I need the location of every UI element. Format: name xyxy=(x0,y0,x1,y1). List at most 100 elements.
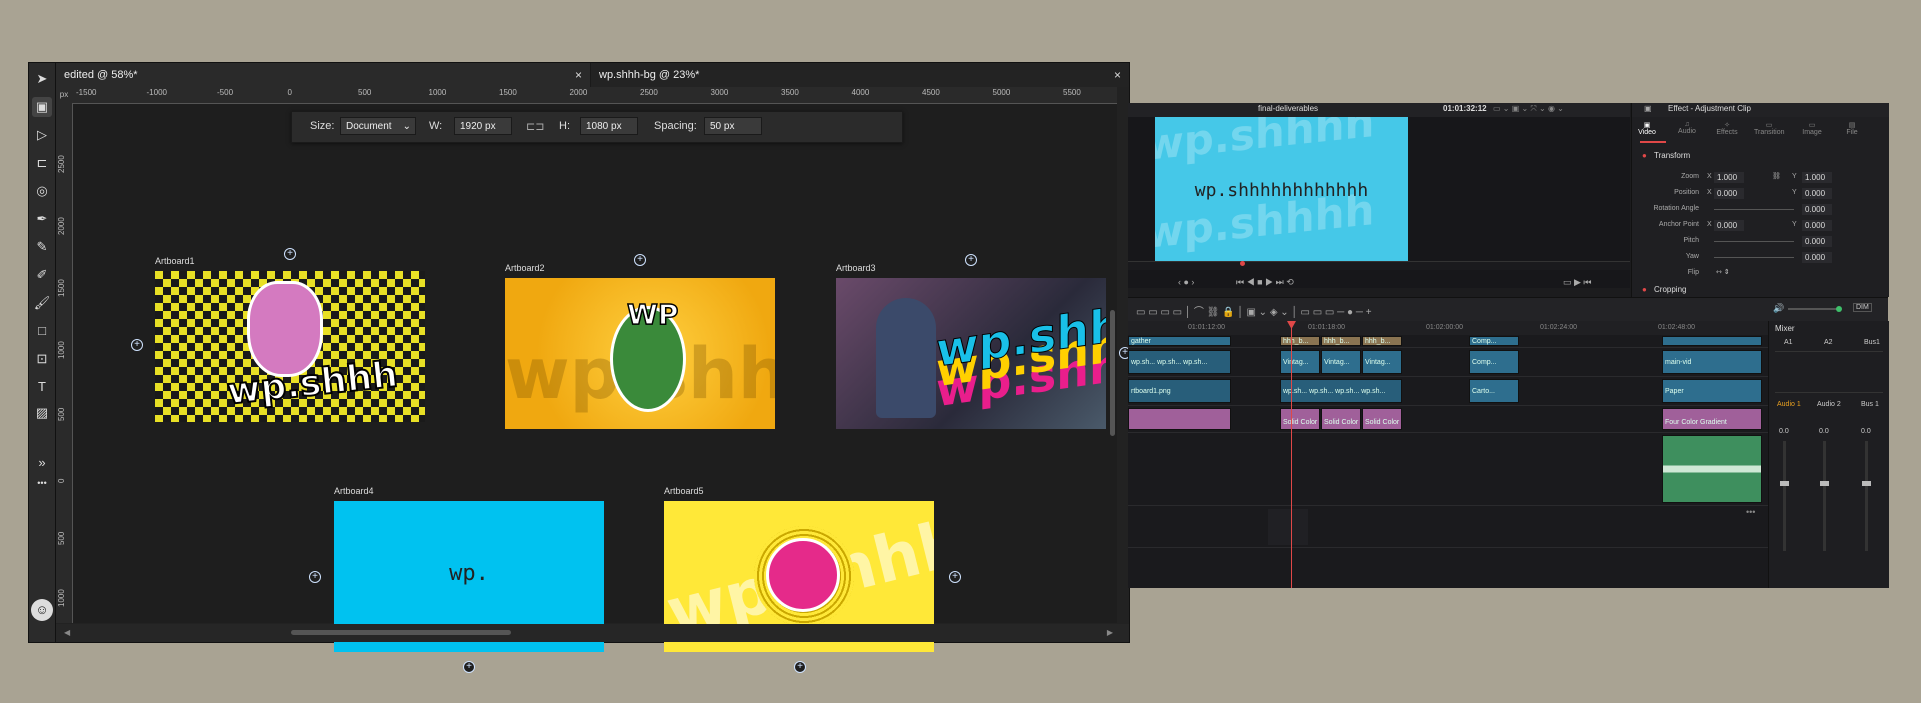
fader-knob[interactable] xyxy=(1820,481,1829,486)
height-input[interactable]: 1080 px xyxy=(580,117,638,135)
clip[interactable]: gather xyxy=(1128,336,1231,346)
yaw-input[interactable]: 0.000 xyxy=(1802,252,1832,263)
fader-track[interactable] xyxy=(1865,441,1868,551)
rotation-input[interactable]: 0.000 xyxy=(1802,204,1832,215)
pen-icon[interactable]: ✒ xyxy=(32,209,52,229)
anchor-x-input[interactable]: 0.000 xyxy=(1714,220,1744,231)
zoom-x-input[interactable]: 1.000 xyxy=(1714,172,1744,183)
artboard-icon[interactable]: ▣ xyxy=(32,97,52,117)
add-artboard-plus-icon[interactable]: + xyxy=(463,661,475,673)
tab-wp-shhh-bg[interactable]: wp.shhh-bg @ 23%* × xyxy=(591,63,1129,87)
add-artboard-plus-icon[interactable]: + xyxy=(634,254,646,266)
pitch-input[interactable]: 0.000 xyxy=(1802,236,1832,247)
tab-edited[interactable]: edited @ 58%* × xyxy=(56,63,590,87)
clip[interactable]: Vintag... xyxy=(1280,350,1320,374)
clip[interactable]: Vintag... xyxy=(1321,350,1361,374)
timeline-ruler[interactable]: 01:01:12:00 01:01:18:00 01:02:00:00 01:0… xyxy=(1128,321,1768,335)
close-icon[interactable]: × xyxy=(1114,63,1121,87)
ruler-horizontal[interactable]: -1500 -1000 -500 0 500 1000 1500 2000 2500 3000 35… xyxy=(72,87,1117,104)
art-text-icon[interactable]: T xyxy=(32,377,52,397)
ruler-vertical[interactable]: 2500 2000 1500 1000 500 0 500 1000 xyxy=(56,103,73,623)
artboard-label[interactable]: Artboard2 xyxy=(505,263,545,273)
clip[interactable]: hhh_b... xyxy=(1280,336,1320,346)
jog-icon[interactable]: ‹ ● › xyxy=(1178,277,1194,287)
avatar[interactable]: ☺ xyxy=(31,599,53,621)
clip[interactable]: Solid Color xyxy=(1321,408,1361,430)
link-icon[interactable]: ⛓ xyxy=(1772,172,1781,180)
pencil-icon[interactable]: ✎ xyxy=(32,237,52,257)
tab-video[interactable]: ▣ Video xyxy=(1632,121,1662,136)
panel-icon[interactable]: ▣ xyxy=(1644,104,1652,113)
audio-clip[interactable] xyxy=(1662,435,1762,503)
fader-knob[interactable] xyxy=(1780,481,1789,486)
fader-track[interactable] xyxy=(1783,441,1786,551)
artboard-3[interactable]: wp.shhh wp.shhh wp.shhh xyxy=(836,278,1106,429)
tab-transition[interactable]: ▭ Transition xyxy=(1754,121,1784,136)
vector-brush-icon[interactable]: ✐ xyxy=(32,265,52,285)
timeline-name[interactable]: final-deliverables xyxy=(1258,104,1318,113)
section-toggle-icon[interactable]: ● xyxy=(1642,285,1647,294)
clip[interactable] xyxy=(1662,336,1762,346)
viewer-extra-icons[interactable]: ▭ ▶ ⏮ xyxy=(1563,277,1592,288)
section-toggle-icon[interactable]: ● xyxy=(1642,151,1647,160)
flip-buttons[interactable]: ⇿ ⇕ xyxy=(1716,268,1730,276)
artboard-1[interactable]: wp.shhh xyxy=(155,271,425,422)
clip[interactable]: rtboard1.png xyxy=(1128,379,1231,403)
zoom-y-input[interactable]: 1.000 xyxy=(1802,172,1832,183)
clip[interactable]: Comp... xyxy=(1469,350,1519,374)
width-input[interactable]: 1920 px xyxy=(454,117,512,135)
fader-knob[interactable] xyxy=(1862,481,1871,486)
vertical-scrollbar[interactable] xyxy=(1110,310,1115,436)
add-artboard-plus-icon[interactable]: + xyxy=(965,254,977,266)
clip[interactable] xyxy=(1128,408,1231,430)
add-artboard-plus-icon[interactable]: + xyxy=(309,571,321,583)
horizontal-scrollbar[interactable] xyxy=(291,630,511,635)
tab-file[interactable]: ▤ File xyxy=(1837,121,1867,136)
rectangle-icon[interactable]: □ xyxy=(32,321,52,341)
artboard-label[interactable]: Artboard1 xyxy=(155,256,195,266)
fader-track[interactable] xyxy=(1823,441,1826,551)
add-artboard-plus-icon[interactable]: + xyxy=(131,339,143,351)
fill-icon[interactable]: ◎ xyxy=(32,181,52,201)
playhead[interactable] xyxy=(1291,327,1292,588)
size-select[interactable]: Document ⌄ xyxy=(340,117,416,135)
tab-effects[interactable]: ✧ Effects xyxy=(1712,121,1742,136)
clip[interactable]: hhh_b... xyxy=(1362,336,1402,346)
node-icon[interactable]: ▷ xyxy=(32,125,52,145)
artboard-2[interactable]: wp.shhh WP xyxy=(505,278,775,429)
yaw-slider[interactable] xyxy=(1714,257,1794,258)
scroll-right-icon[interactable]: ▶ xyxy=(1107,628,1113,637)
clip[interactable]: wp.sh... wp.sh... wp.sh... wp.sh... xyxy=(1280,379,1402,403)
artboard-label[interactable]: Artboard3 xyxy=(836,263,876,273)
timeline-tool-icons[interactable]: ▭ ▭ ▭ ▭ │ ⌒ ⛓ 🔒 │ ▣ ⌄ ◈ ⌄ │ ▭ ▭ ▭ ─ ● ─ … xyxy=(1136,303,1372,318)
crop-icon[interactable]: ⊏ xyxy=(32,153,52,173)
timeline[interactable]: 01:01:12:00 01:01:18:00 01:02:00:00 01:0… xyxy=(1128,321,1768,588)
brush-icon[interactable]: 🖌 xyxy=(32,293,52,313)
add-artboard-plus-icon[interactable]: + xyxy=(794,661,806,673)
transport-buttons[interactable]: ⏮ ◀ ■ ▶ ⏭ ⟲ xyxy=(1236,277,1294,288)
add-artboard-plus-icon[interactable]: + xyxy=(284,248,296,260)
dim-button[interactable]: DIM xyxy=(1853,303,1872,312)
more-tools-icon[interactable]: » xyxy=(32,453,52,473)
anchor-y-input[interactable]: 0.000 xyxy=(1802,220,1832,231)
scrubber[interactable] xyxy=(1128,261,1630,270)
position-x-input[interactable]: 0.000 xyxy=(1714,188,1744,199)
scroll-left-icon[interactable]: ◀ xyxy=(64,628,70,637)
clip[interactable]: wp.sh... wp.sh... wp.sh... xyxy=(1128,350,1231,374)
select-icon[interactable]: ➤ xyxy=(32,69,52,89)
clip[interactable]: Four Color Gradient xyxy=(1662,408,1762,430)
artboard-label[interactable]: Artboard4 xyxy=(334,486,374,496)
rotation-slider[interactable] xyxy=(1714,209,1794,210)
clip[interactable]: Solid Color xyxy=(1362,408,1402,430)
clip[interactable]: Comp... xyxy=(1469,336,1519,346)
tab-image[interactable]: ▭ Image xyxy=(1797,121,1827,136)
more-dots-icon[interactable]: ••• xyxy=(32,473,52,493)
canvas[interactable]: Artboard1 wp.shhh + + Artboard2 wp.shhh … xyxy=(73,104,1131,673)
spacing-input[interactable]: 50 px xyxy=(704,117,762,135)
transform-section[interactable]: ● Transform xyxy=(1632,151,1889,166)
audio-clip-empty[interactable] xyxy=(1268,509,1308,545)
image-icon[interactable]: ▨ xyxy=(32,403,52,423)
clip[interactable]: main-vid xyxy=(1662,350,1762,374)
position-y-input[interactable]: 0.000 xyxy=(1802,188,1832,199)
pitch-slider[interactable] xyxy=(1714,241,1794,242)
